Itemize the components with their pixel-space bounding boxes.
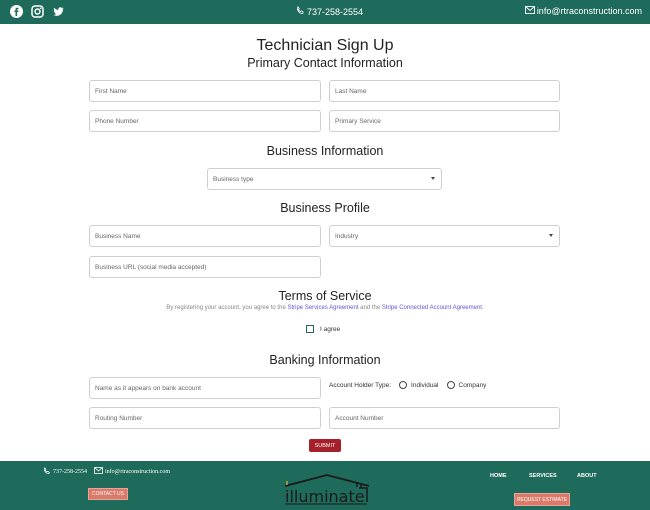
individual-label: Individual — [411, 381, 439, 389]
tos-statement: By registering your account, you agree t… — [0, 305, 650, 311]
stripe-services-agreement-link[interactable]: Stripe Services Agreement — [287, 305, 358, 311]
instagram-icon[interactable] — [31, 5, 44, 18]
tos-middle: and the — [360, 305, 381, 311]
footer-phone[interactable]: 737-258-2554 — [43, 467, 87, 477]
illuminate-logo[interactable]: illuminate — [281, 474, 373, 506]
twitter-icon[interactable] — [52, 5, 65, 18]
phone-icon — [43, 467, 51, 477]
industry-value: Industry — [335, 232, 359, 240]
account-name-placeholder: Name as it appears on bank account — [95, 384, 201, 392]
routing-number-input[interactable]: Routing Number — [89, 407, 321, 429]
facebook-icon[interactable] — [10, 5, 23, 18]
company-label: Company — [458, 381, 487, 389]
top-phone-text: 737-258-2554 — [307, 6, 364, 17]
submit-button[interactable]: SUBMIT — [309, 439, 341, 452]
mail-icon — [524, 6, 535, 16]
footer-email[interactable]: info@rtraconstruction.com — [94, 467, 170, 476]
business-name-input[interactable]: Business Name — [89, 225, 321, 247]
account-number-input[interactable]: Account Number — [329, 407, 560, 429]
chevron-down-icon — [431, 177, 435, 180]
chevron-down-icon — [549, 234, 553, 237]
top-email[interactable]: info@rtraconstruction.com — [524, 6, 642, 16]
stripe-connected-account-link[interactable]: Stripe Connected Account Agreement — [382, 305, 482, 311]
footer-nav-about[interactable]: ABOUT — [577, 473, 597, 479]
top-bar: 737-258-2554 info@rtraconstruction.com — [0, 0, 650, 24]
individual-radio[interactable] — [399, 381, 408, 389]
first-name-placeholder: First Name — [95, 87, 127, 95]
business-info-heading: Business Information — [266, 144, 384, 158]
page-title: Technician Sign Up — [256, 37, 394, 54]
banking-heading: Banking Information — [269, 353, 381, 367]
primary-contact-heading: Primary Contact Information — [247, 56, 403, 70]
tos-suffix: . — [481, 305, 484, 311]
agree-checkbox[interactable] — [306, 325, 314, 333]
phone-number-input[interactable]: Phone Number — [89, 110, 321, 132]
business-url-input[interactable]: Business URL (social media accepted) — [89, 256, 321, 278]
primary-service-input[interactable]: Primary Service — [329, 110, 560, 132]
last-name-placeholder: Last Name — [335, 87, 367, 95]
footer: 737-258-2554 info@rtraconstruction.com C… — [0, 461, 650, 510]
footer-phone-text: 737-258-2554 — [53, 469, 87, 475]
footer-nav-home[interactable]: HOME — [490, 473, 507, 479]
account-holder-label: Account Holder Type: — [329, 381, 392, 389]
account-number-placeholder: Account Number — [335, 414, 384, 422]
top-email-text: info@rtraconstruction.com — [536, 6, 642, 16]
business-profile-heading: Business Profile — [280, 201, 370, 215]
company-radio[interactable] — [446, 381, 455, 389]
business-type-value: Business type — [213, 175, 254, 183]
business-type-select[interactable]: Business type — [207, 168, 442, 190]
request-estimate-button[interactable]: REQUEST ESTIMATE — [514, 493, 570, 506]
agree-label: I agree — [320, 325, 341, 333]
primary-service-placeholder: Primary Service — [335, 117, 381, 125]
footer-email-text: info@rtraconstruction.com — [105, 468, 171, 475]
logo-wordmark: illuminate — [285, 487, 365, 506]
first-name-input[interactable]: First Name — [89, 80, 321, 102]
phone-icon — [296, 6, 305, 17]
phone-number-placeholder: Phone Number — [95, 117, 139, 125]
contact-us-button[interactable]: CONTACT US — [88, 488, 128, 500]
last-name-input[interactable]: Last Name — [329, 80, 560, 102]
social-links — [10, 5, 65, 18]
tos-prefix: By registering your account, you agree t… — [166, 305, 286, 311]
routing-number-placeholder: Routing Number — [95, 414, 143, 422]
footer-nav-services[interactable]: SERVICES — [529, 473, 557, 479]
agree-checkbox-row[interactable]: I agree — [306, 325, 340, 333]
business-name-placeholder: Business Name — [95, 232, 141, 240]
account-name-input[interactable]: Name as it appears on bank account — [89, 377, 321, 399]
mail-icon — [94, 467, 103, 476]
business-url-placeholder: Business URL (social media accepted) — [95, 263, 207, 271]
tos-heading: Terms of Service — [278, 289, 372, 303]
industry-select[interactable]: Industry — [329, 225, 560, 247]
top-phone[interactable]: 737-258-2554 — [296, 6, 363, 17]
account-holder-type: Account Holder Type: Individual Company — [329, 381, 486, 389]
